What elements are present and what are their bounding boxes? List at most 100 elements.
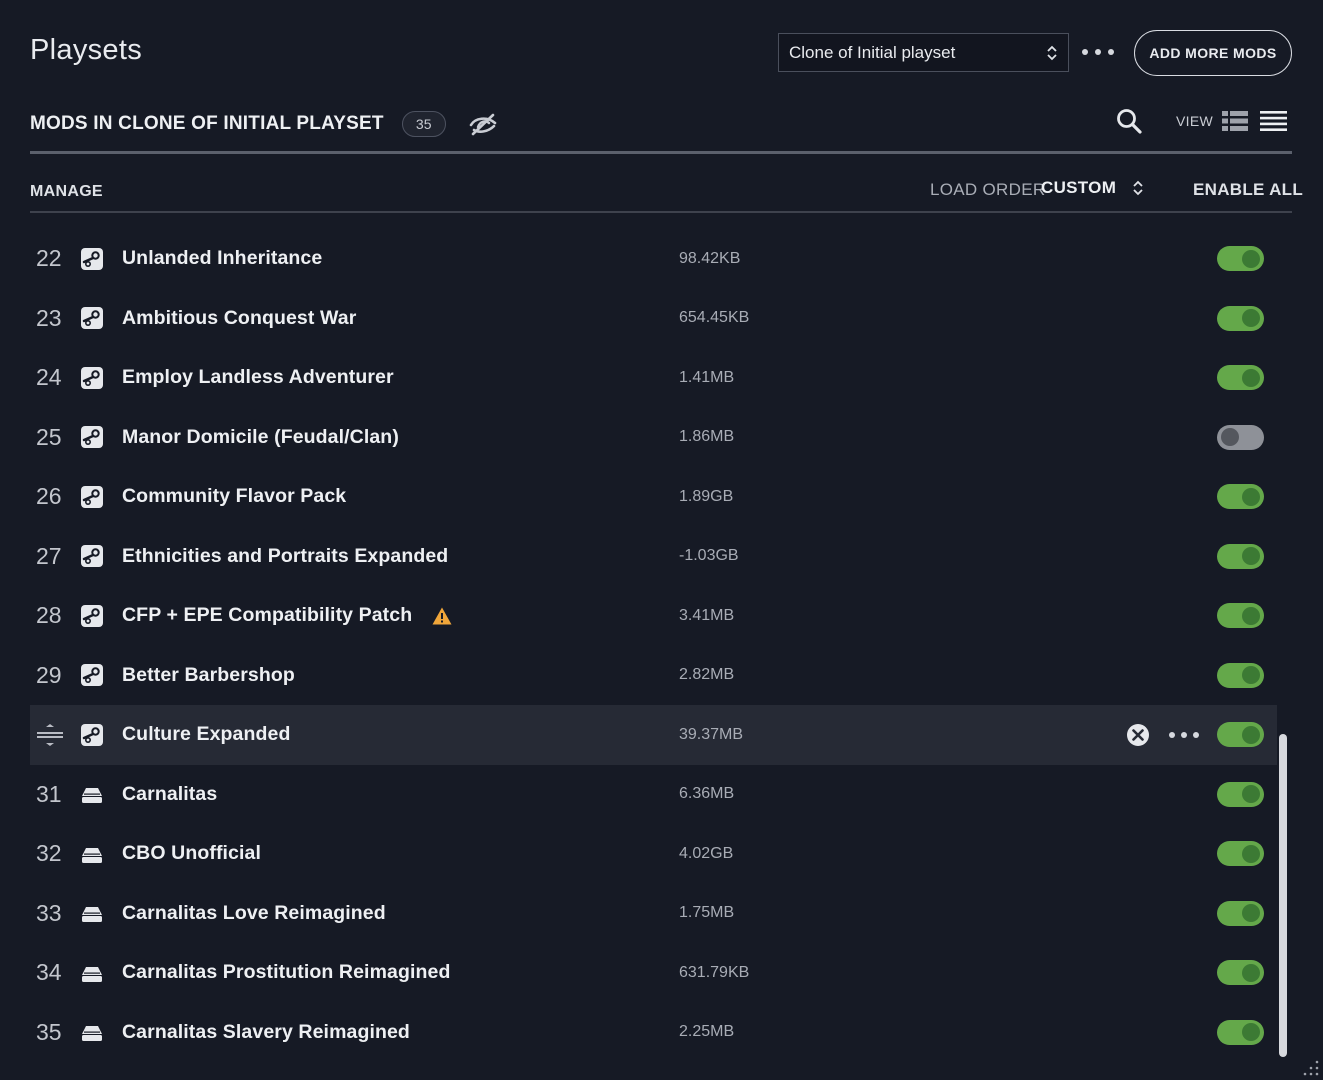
dot-icon (1169, 731, 1175, 738)
mod-enabled-toggle[interactable] (1217, 781, 1264, 807)
mod-size: 654.45KB (679, 309, 750, 327)
mod-size: 1.89GB (679, 487, 734, 505)
warning-icon[interactable] (432, 607, 452, 625)
mod-index: 32 (36, 840, 62, 867)
steam-icon (80, 425, 104, 449)
mod-row[interactable]: 33 Carnalitas Love Reimagined 1.75MB (30, 884, 1277, 944)
mod-more-options-button[interactable] (1169, 731, 1199, 739)
mod-enabled-toggle[interactable] (1217, 246, 1264, 272)
dot-icon (1082, 49, 1088, 55)
mod-index: 29 (36, 661, 62, 688)
mod-row[interactable]: 24 Employ Landless Adventurer 1.41MB (30, 348, 1277, 408)
steam-icon (80, 306, 104, 330)
header-divider (30, 151, 1292, 154)
dot-icon (1108, 49, 1114, 55)
add-more-mods-button[interactable]: ADD MORE MODS (1134, 30, 1292, 76)
mod-size: 98.42KB (679, 249, 741, 267)
page-title: Playsets (30, 34, 142, 66)
mod-row[interactable]: 32 CBO Unofficial 4.02GB (30, 824, 1277, 884)
toggle-knob (1242, 487, 1260, 506)
mod-row[interactable]: 29 Better Barbershop 2.82MB (30, 646, 1277, 706)
toggle-knob (1242, 606, 1260, 625)
mod-row[interactable]: 27 Ethnicities and Portraits Expanded -1.… (30, 527, 1277, 587)
steam-icon (80, 544, 104, 568)
mod-row[interactable]: 35 Carnalitas Slavery Reimagined 2.25MB (30, 1003, 1277, 1063)
mod-name: Carnalitas (122, 782, 218, 805)
remove-mod-icon[interactable] (1126, 723, 1150, 747)
mod-enabled-toggle[interactable] (1217, 305, 1264, 331)
mod-name: CFP + EPE Compatibility Patch (122, 604, 413, 627)
mod-name: Ambitious Conquest War (122, 306, 357, 329)
toggle-knob (1242, 904, 1260, 923)
mod-size: -1.03GB (679, 547, 739, 565)
search-icon[interactable] (1116, 108, 1142, 134)
mod-size: 1.86MB (679, 428, 735, 446)
mod-row[interactable]: 22 Unlanded Inheritance 98.42KB (30, 229, 1277, 289)
mod-index: 34 (36, 959, 62, 986)
mod-name: Community Flavor Pack (122, 485, 347, 508)
local-drive-icon (80, 842, 104, 866)
load-order-value: CUSTOM (1041, 178, 1117, 197)
steam-icon (80, 485, 104, 509)
mod-row[interactable]: 23 Ambitious Conquest War 654.45KB (30, 289, 1277, 349)
mod-list: 22 Unlanded Inheritance 98.42KB 23 Ambitio… (30, 229, 1277, 1062)
mod-row[interactable]: 28 CFP + EPE Compatibility Patch 3.41MB (30, 586, 1277, 646)
mod-row[interactable]: Culture Expanded 39.37MB (30, 705, 1277, 765)
mod-index: 33 (36, 899, 62, 926)
toggle-knob (1242, 844, 1260, 863)
sort-updown-icon (1132, 178, 1144, 198)
mod-name: Ethnicities and Portraits Expanded (122, 544, 449, 567)
local-drive-icon (80, 782, 104, 806)
mod-index: 28 (36, 602, 62, 629)
mod-name: Carnalitas Prostitution Reimagined (122, 961, 451, 984)
dot-icon (1193, 731, 1199, 738)
mod-row[interactable]: 25 Manor Domicile (Feudal/Clan) 1.86MB (30, 408, 1277, 468)
load-order-select[interactable]: CUSTOM (1041, 178, 1144, 198)
mod-name: Unlanded Inheritance (122, 247, 323, 270)
mod-enabled-toggle[interactable] (1217, 424, 1264, 450)
mod-name: Better Barbershop (122, 663, 295, 686)
playset-select[interactable]: Clone of Initial playset (778, 33, 1069, 72)
eye-slash-icon[interactable] (469, 112, 497, 136)
mod-row[interactable]: 26 Community Flavor Pack 1.89GB (30, 467, 1277, 527)
dot-icon (1095, 49, 1101, 55)
mod-size: 4.02GB (679, 844, 734, 862)
mod-enabled-toggle[interactable] (1217, 960, 1264, 986)
steam-icon (80, 723, 104, 747)
playset-more-options-button[interactable] (1082, 42, 1114, 62)
resize-grip-icon[interactable] (1303, 1060, 1319, 1076)
mod-name: Employ Landless Adventurer (122, 366, 394, 389)
mod-enabled-toggle[interactable] (1217, 722, 1264, 748)
mod-size: 3.41MB (679, 606, 735, 624)
mod-index: 27 (36, 542, 62, 569)
mod-enabled-toggle[interactable] (1217, 900, 1264, 926)
steam-icon (80, 604, 104, 628)
mod-enabled-toggle[interactable] (1217, 365, 1264, 391)
view-label: VIEW (1176, 113, 1213, 129)
steam-icon (80, 247, 104, 271)
mod-enabled-toggle[interactable] (1217, 543, 1264, 569)
mods-section-title: MODS IN CLONE OF INITIAL PLAYSET (30, 113, 384, 134)
enable-all-button[interactable]: ENABLE ALL (1193, 180, 1303, 200)
manage-label[interactable]: MANAGE (30, 183, 103, 201)
mod-enabled-toggle[interactable] (1217, 662, 1264, 688)
grid-view-icon[interactable] (1222, 111, 1248, 131)
mod-enabled-toggle[interactable] (1217, 841, 1264, 867)
toggle-knob (1221, 428, 1239, 447)
mod-enabled-toggle[interactable] (1217, 1019, 1264, 1045)
list-view-icon[interactable] (1260, 111, 1287, 131)
scrollbar-thumb[interactable] (1279, 734, 1287, 1057)
mods-header: MODS IN CLONE OF INITIAL PLAYSET 35 (30, 111, 497, 137)
mod-row[interactable]: 31 Carnalitas 6.36MB (30, 765, 1277, 825)
drag-handle-icon[interactable] (36, 723, 76, 747)
mod-size: 2.25MB (679, 1023, 735, 1041)
mod-name: CBO Unofficial (122, 842, 261, 865)
steam-icon (80, 663, 104, 687)
toolbar-divider (30, 211, 1292, 213)
mod-enabled-toggle[interactable] (1217, 603, 1264, 629)
dot-icon (1181, 731, 1187, 738)
mod-row[interactable]: 34 Carnalitas Prostitution Reimagined 631… (30, 943, 1277, 1003)
mod-enabled-toggle[interactable] (1217, 484, 1264, 510)
toggle-knob (1242, 666, 1260, 685)
local-drive-icon (80, 1020, 104, 1044)
